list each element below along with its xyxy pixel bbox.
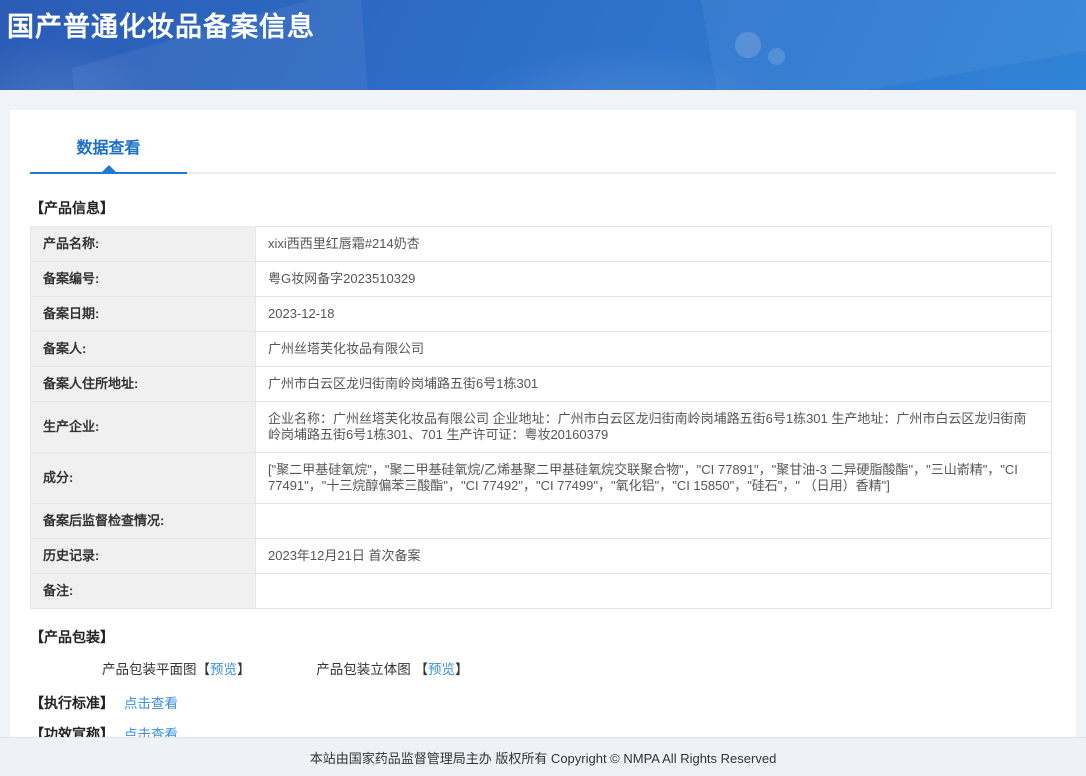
row-label: 备案编号:	[30, 261, 256, 297]
footer-copyright-text: 本站由国家药品监督管理局主办 版权所有 Copyright © NMPA All…	[309, 750, 777, 766]
page-footer: 本站由国家药品监督管理局主办 版权所有 Copyright © NMPA All…	[0, 737, 1086, 776]
row-value: 2023-12-18	[255, 296, 1052, 332]
tab-bar: 数据查看	[30, 134, 1056, 174]
row-label: 产品名称:	[30, 226, 256, 262]
bracket-open: 【	[414, 662, 429, 677]
packaging-stereo-item: 产品包装立体图 【预览】	[316, 658, 468, 678]
packaging-flat-label: 产品包装平面图	[102, 662, 197, 677]
table-row-registrant: 备案人: 广州丝塔芙化妆品有限公司	[30, 331, 1052, 367]
row-value: 广州市白云区龙归街南岭岗埔路五街6号1栋301	[255, 366, 1052, 402]
row-label: 备案人:	[30, 331, 256, 367]
tab-data-view-label: 数据查看	[76, 140, 141, 157]
row-label: 备案日期:	[30, 296, 256, 332]
efficacy-view-link[interactable]: 点击查看	[124, 727, 178, 737]
tab-data-view[interactable]: 数据查看	[30, 134, 187, 174]
table-row-product-name: 产品名称: xixi西西里红唇霜#214奶杏	[30, 226, 1052, 262]
bracket-close: 】	[237, 662, 251, 677]
row-value: xixi西西里红唇霜#214奶杏	[255, 226, 1052, 262]
table-row-supervision-check: 备案后监督检查情况:	[30, 503, 1052, 539]
packaging-flat-item: 产品包装平面图【预览】	[102, 658, 251, 678]
page-title: 国产普通化妆品备案信息	[7, 12, 315, 42]
row-label: 备案人住所地址:	[30, 366, 256, 402]
row-label: 备注:	[30, 573, 256, 609]
table-row-history: 历史记录: 2023年12月21日 首次备案	[30, 538, 1052, 574]
bracket-close: 】	[455, 662, 469, 677]
standard-view-link[interactable]: 点击查看	[124, 696, 178, 711]
content-card: 数据查看 【产品信息】 产品名称: xixi西西里红唇霜#214奶杏 备案编号:…	[10, 110, 1076, 737]
table-row-manufacturer: 生产企业: 企业名称：广州丝塔芙化妆品有限公司 企业地址：广州市白云区龙归街南岭…	[30, 401, 1052, 453]
efficacy-row: 【功效宣称】 点击查看	[30, 723, 1056, 737]
section-efficacy-title: 【功效宣称】	[30, 726, 114, 737]
row-label: 历史记录:	[30, 538, 256, 574]
product-info-table: 产品名称: xixi西西里红唇霜#214奶杏 备案编号: 粤G妆网备字20235…	[30, 226, 1052, 609]
table-row-remarks: 备注:	[30, 573, 1052, 609]
row-value: 粤G妆网备字2023510329	[255, 261, 1052, 297]
tab-active-underline	[30, 172, 187, 174]
row-value: 企业名称：广州丝塔芙化妆品有限公司 企业地址：广州市白云区龙归街南岭岗埔路五街6…	[255, 401, 1052, 453]
bracket-open: 【	[196, 662, 211, 677]
table-row-record-date: 备案日期: 2023-12-18	[30, 296, 1052, 332]
standard-row: 【执行标准】 点击查看	[30, 692, 1056, 713]
table-row-ingredients: 成分: ["聚二甲基硅氧烷"，"聚二甲基硅氧烷/乙烯基聚二甲基硅氧烷交联聚合物"…	[30, 452, 1052, 504]
row-value	[255, 573, 1052, 609]
row-value: 广州丝塔芙化妆品有限公司	[255, 331, 1052, 367]
packaging-row: 产品包装平面图【预览】 产品包装立体图 【预览】	[30, 658, 1056, 678]
row-value: ["聚二甲基硅氧烷"，"聚二甲基硅氧烷/乙烯基聚二甲基硅氧烷交联聚合物"，"CI…	[255, 452, 1052, 504]
section-packaging-title: 【产品包装】	[30, 629, 114, 645]
row-value: 2023年12月21日 首次备案	[255, 538, 1052, 574]
row-label: 生产企业:	[30, 401, 256, 453]
row-label: 成分:	[30, 452, 256, 504]
packaging-flat-preview-link[interactable]: 预览	[210, 662, 237, 677]
header-decoration-glow2	[0, 40, 160, 90]
packaging-stereo-preview-link[interactable]: 预览	[428, 662, 455, 677]
packaging-stereo-label: 产品包装立体图	[316, 662, 411, 677]
section-standard-title: 【执行标准】	[30, 695, 114, 711]
row-label: 备案后监督检查情况:	[30, 503, 256, 539]
page-header: 国产普通化妆品备案信息	[0, 0, 1086, 90]
table-row-record-number: 备案编号: 粤G妆网备字2023510329	[30, 261, 1052, 297]
tab-arrow-icon	[101, 165, 116, 172]
section-product-info-title: 【产品信息】	[30, 200, 114, 216]
row-value	[255, 503, 1052, 539]
header-decoration-circle-small	[768, 48, 785, 65]
table-row-registrant-address: 备案人住所地址: 广州市白云区龙归街南岭岗埔路五街6号1栋301	[30, 366, 1052, 402]
